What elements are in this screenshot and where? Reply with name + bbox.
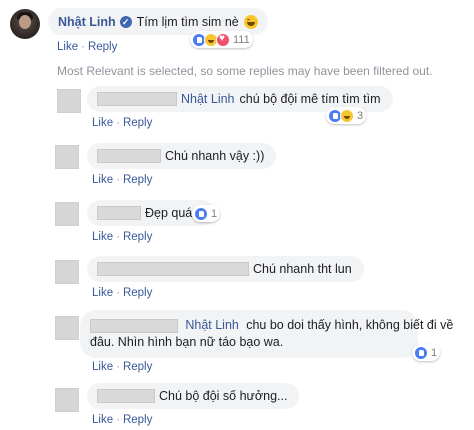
redacted-name (97, 149, 161, 163)
like-link[interactable]: Like (92, 414, 113, 426)
love-reaction-icon (216, 32, 230, 47)
mention-link[interactable]: Nhật Linh (185, 318, 239, 332)
reaction-summary[interactable]: 1 (192, 205, 221, 222)
reply-text-continued: đâu. Nhìn hình bạn nữ táo bạo wa. (90, 335, 284, 349)
reply-actions: Like · Reply (92, 117, 153, 129)
reply-link[interactable]: Reply (123, 231, 152, 243)
like-link[interactable]: Like (92, 361, 113, 373)
reaction-summary[interactable]: 3 (326, 107, 367, 124)
laughing-emoji-icon (243, 14, 258, 29)
avatar[interactable] (10, 9, 40, 39)
reply-avatar[interactable] (55, 145, 79, 169)
redacted-name (97, 389, 155, 403)
verified-badge-icon: ✓ (119, 15, 132, 28)
comment-actions: Like · Reply (57, 41, 118, 53)
reply-bubble: Nhật Linh chu bo doi thấy hình, không bi… (80, 310, 453, 358)
reply-actions: Like · Reply (92, 231, 153, 243)
reply-avatar[interactable] (55, 316, 79, 340)
reply-bubble: Chú nhanh vậy :)) (87, 143, 277, 169)
like-link[interactable]: Like (57, 41, 78, 53)
reaction-count: 1 (431, 346, 438, 359)
redacted-name (97, 262, 249, 276)
reaction-count: 111 (233, 33, 250, 46)
reply-bubble: Chú bộ đội số hưởng... (87, 383, 300, 409)
reply-text: Chú nhanh vậy :)) (165, 149, 265, 163)
reply-avatar[interactable] (55, 388, 79, 412)
reply-link[interactable]: Reply (123, 174, 152, 186)
redacted-name (97, 92, 177, 106)
reaction-count: 1 (211, 207, 218, 220)
reply-bubble: Chú nhanh tht lun (87, 256, 364, 282)
mention-link[interactable]: Nhật Linh (181, 92, 235, 106)
reaction-count: 3 (357, 109, 364, 122)
reply-link[interactable]: Reply (88, 41, 117, 53)
haha-reaction-icon (340, 108, 354, 123)
reply-link[interactable]: Reply (123, 414, 152, 426)
reply-avatar[interactable] (55, 202, 79, 226)
like-link[interactable]: Like (92, 174, 113, 186)
comment-author[interactable]: Nhật Linh (58, 15, 116, 29)
reply-link[interactable]: Reply (123, 117, 152, 129)
reply-actions: Like · Reply (92, 361, 153, 373)
reply-actions: Like · Reply (92, 174, 153, 186)
reaction-summary[interactable]: 111 (190, 31, 253, 48)
comment-text: Tím lịm tìm sim nè (136, 14, 239, 29)
like-link[interactable]: Like (92, 287, 113, 299)
filter-notice: Most Relevant is selected, so some repli… (57, 64, 433, 78)
reaction-summary[interactable]: 1 (412, 344, 441, 361)
like-link[interactable]: Like (92, 117, 113, 129)
reply-actions: Like · Reply (92, 287, 153, 299)
reply-line: Nhật Linh chu bo doi thấy hình, không bi… (90, 317, 453, 334)
reply-link[interactable]: Reply (123, 361, 152, 373)
reply-actions: Like · Reply (92, 414, 153, 426)
reply-text: Chú nhanh tht lun (253, 262, 352, 276)
reply-avatar[interactable] (55, 260, 79, 284)
reply-text: chu bo doi thấy hình, không biết đi về (246, 318, 454, 332)
like-reaction-icon (414, 345, 428, 360)
avatar-face (19, 15, 31, 29)
reply-text: chú bộ đội mê tím tìm tìm (239, 92, 381, 106)
reply-text: Chú bộ đội số hưởng... (159, 389, 288, 403)
reply-avatar[interactable] (57, 89, 81, 113)
redacted-name (90, 318, 178, 333)
redacted-name (97, 206, 141, 220)
like-reaction-icon (194, 206, 208, 221)
like-link[interactable]: Like (92, 231, 113, 243)
reply-link[interactable]: Reply (123, 287, 152, 299)
